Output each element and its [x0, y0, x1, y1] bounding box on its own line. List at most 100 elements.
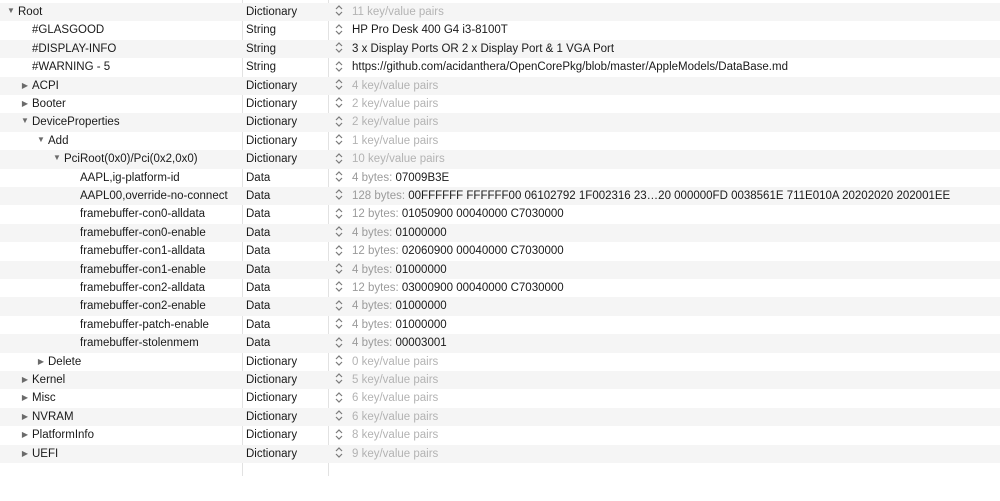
- key-text[interactable]: ACPI: [32, 77, 59, 95]
- key-text[interactable]: PlatformInfo: [32, 426, 94, 444]
- type-cell[interactable]: Data: [246, 242, 326, 260]
- key-cell[interactable]: framebuffer-con0-alldata: [0, 205, 240, 223]
- disclosure-triangle-closed-icon[interactable]: ▶: [20, 77, 30, 95]
- plist-row[interactable]: AAPL,ig-platform-id Data 4 bytes: 07009B3E: [0, 169, 1000, 187]
- hex-value[interactable]: 01050900 00040000 C7030000: [402, 208, 564, 220]
- key-text[interactable]: Add: [48, 132, 68, 150]
- key-cell[interactable]: ▶ PlatformInfo: [0, 426, 240, 444]
- type-cell[interactable]: Dictionary: [246, 445, 326, 463]
- disclosure-triangle-open-icon[interactable]: ▼: [36, 132, 46, 149]
- type-cell[interactable]: Dictionary: [246, 353, 326, 371]
- type-stepper-icon[interactable]: [334, 446, 344, 459]
- value-cell[interactable]: 9 key/value pairs: [332, 445, 1000, 463]
- key-text[interactable]: Root: [18, 3, 42, 21]
- disclosure-triangle-closed-icon[interactable]: ▶: [20, 408, 30, 426]
- hex-value[interactable]: 01000000: [395, 319, 446, 331]
- type-stepper-icon[interactable]: [334, 299, 344, 312]
- plist-row[interactable]: #GLASGOOD String HP Pro Desk 400 G4 i3-810…: [0, 21, 1000, 39]
- type-cell[interactable]: Data: [246, 279, 326, 297]
- plist-row[interactable]: framebuffer-con1-alldata Data 12 bytes: 02…: [0, 242, 1000, 260]
- type-stepper-icon[interactable]: [334, 428, 344, 441]
- type-cell[interactable]: Data: [246, 224, 326, 242]
- value-text[interactable]: 0 key/value pairs: [352, 356, 438, 368]
- key-cell[interactable]: ▶ Delete: [0, 353, 240, 371]
- plist-row[interactable]: ▼ Root Dictionary 11 key/value pairs: [0, 3, 1000, 22]
- value-cell[interactable]: 6 key/value pairs: [332, 389, 1000, 407]
- key-cell[interactable]: ▶ Booter: [0, 95, 240, 113]
- key-cell[interactable]: framebuffer-con1-enable: [0, 261, 240, 279]
- type-stepper-icon[interactable]: [334, 354, 344, 367]
- type-text[interactable]: Dictionary: [246, 411, 297, 423]
- plist-row[interactable]: ▶ PlatformInfo Dictionary 8 key/value pairs: [0, 426, 1000, 444]
- value-text[interactable]: 4 bytes: 01000000: [352, 264, 447, 276]
- type-cell[interactable]: Dictionary: [246, 150, 326, 168]
- type-text[interactable]: Data: [246, 282, 270, 294]
- key-text[interactable]: Kernel: [32, 371, 65, 389]
- type-cell[interactable]: Dictionary: [246, 132, 326, 150]
- value-cell[interactable]: 5 key/value pairs: [332, 371, 1000, 389]
- type-text[interactable]: Data: [246, 190, 270, 202]
- type-stepper-icon[interactable]: [334, 336, 344, 349]
- key-cell[interactable]: framebuffer-con2-enable: [0, 297, 240, 315]
- key-text[interactable]: Misc: [32, 389, 56, 407]
- plist-row[interactable]: framebuffer-con0-enable Data 4 bytes: 0100…: [0, 223, 1000, 243]
- hex-value[interactable]: 00FFFFFF FFFFFF00 06102792 1F002316 23…2…: [408, 190, 950, 202]
- value-cell[interactable]: 128 bytes: 00FFFFFF FFFFFF00 06102792 1F…: [332, 187, 1000, 205]
- type-cell[interactable]: Dictionary: [246, 3, 326, 21]
- type-stepper-icon[interactable]: [334, 133, 344, 146]
- key-text[interactable]: framebuffer-con0-enable: [80, 224, 206, 242]
- type-stepper-icon[interactable]: [334, 280, 344, 293]
- value-cell[interactable]: 0 key/value pairs: [332, 353, 1000, 371]
- value-text[interactable]: 6 key/value pairs: [352, 411, 438, 423]
- type-text[interactable]: Data: [246, 227, 270, 239]
- type-stepper-icon[interactable]: [334, 391, 344, 404]
- value-text[interactable]: 2 key/value pairs: [352, 98, 438, 110]
- disclosure-triangle-closed-icon[interactable]: ▶: [20, 95, 30, 113]
- type-stepper-icon[interactable]: [334, 262, 344, 275]
- type-text[interactable]: Data: [246, 319, 270, 331]
- plist-row[interactable]: ▶ Booter Dictionary 2 key/value pairs: [0, 95, 1000, 113]
- value-text[interactable]: 4 bytes: 07009B3E: [352, 172, 449, 184]
- value-cell[interactable]: HP Pro Desk 400 G4 i3-8100T: [332, 21, 1000, 39]
- key-cell[interactable]: AAPL00,override-no-connect: [0, 187, 240, 205]
- type-text[interactable]: Dictionary: [246, 392, 297, 404]
- plist-row[interactable]: ▼ PciRoot(0x0)/Pci(0x2,0x0) Dictionary 10 k…: [0, 150, 1000, 169]
- value-cell[interactable]: 6 key/value pairs: [332, 408, 1000, 426]
- key-cell[interactable]: framebuffer-patch-enable: [0, 316, 240, 334]
- type-text[interactable]: Dictionary: [246, 6, 297, 18]
- value-cell[interactable]: 3 x Display Ports OR 2 x Display Port & …: [332, 40, 1000, 58]
- type-cell[interactable]: Data: [246, 261, 326, 279]
- hex-value[interactable]: 00003001: [395, 337, 446, 349]
- value-cell[interactable]: 10 key/value pairs: [332, 150, 1000, 168]
- value-text[interactable]: 4 bytes: 01000000: [352, 319, 447, 331]
- hex-value[interactable]: 01000000: [395, 227, 446, 239]
- value-text[interactable]: 4 bytes: 00003001: [352, 337, 447, 349]
- key-cell[interactable]: ▶ Kernel: [0, 371, 240, 389]
- type-stepper-icon[interactable]: [334, 317, 344, 330]
- type-cell[interactable]: Data: [246, 316, 326, 334]
- key-text[interactable]: DeviceProperties: [32, 113, 120, 131]
- value-text[interactable]: HP Pro Desk 400 G4 i3-8100T: [352, 24, 508, 36]
- plist-row[interactable]: #DISPLAY-INFO String 3 x Display Ports OR …: [0, 39, 1000, 59]
- type-text[interactable]: Data: [246, 300, 270, 312]
- key-cell[interactable]: framebuffer-con1-alldata: [0, 242, 240, 260]
- key-text[interactable]: framebuffer-con2-enable: [80, 297, 206, 315]
- plist-row[interactable]: framebuffer-con0-alldata Data 12 bytes: 01…: [0, 205, 1000, 223]
- type-cell[interactable]: String: [246, 21, 326, 39]
- type-text[interactable]: String: [246, 24, 276, 36]
- key-cell[interactable]: #GLASGOOD: [0, 21, 240, 39]
- hex-value[interactable]: 01000000: [395, 264, 446, 276]
- plist-row[interactable]: ▶ Kernel Dictionary 5 key/value pairs: [0, 371, 1000, 390]
- key-text[interactable]: UEFI: [32, 445, 58, 463]
- value-text[interactable]: 2 key/value pairs: [352, 116, 438, 128]
- type-text[interactable]: Data: [246, 264, 270, 276]
- value-cell[interactable]: 4 bytes: 01000000: [332, 224, 1000, 242]
- type-text[interactable]: Data: [246, 337, 270, 349]
- key-cell[interactable]: #DISPLAY-INFO: [0, 40, 240, 58]
- type-stepper-icon[interactable]: [334, 207, 344, 220]
- plist-row[interactable]: AAPL00,override-no-connect Data 128 bytes:…: [0, 187, 1000, 206]
- hex-value[interactable]: 02060900 00040000 C7030000: [402, 245, 564, 257]
- value-cell[interactable]: 12 bytes: 02060900 00040000 C7030000: [332, 242, 1000, 260]
- type-text[interactable]: Dictionary: [246, 429, 297, 441]
- type-text[interactable]: Dictionary: [246, 135, 297, 147]
